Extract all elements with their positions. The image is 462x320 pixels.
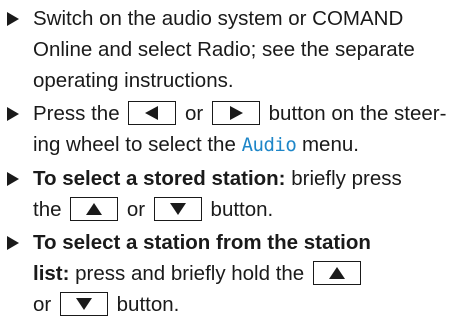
step-select-stored-station: To select a stored station: briefly pres…: [7, 163, 454, 225]
step-heading-cont: list:: [33, 262, 70, 285]
step-text-post: button.: [116, 293, 180, 316]
step-select-audio-menu: Press the or button on the steer- ing wh…: [7, 98, 454, 161]
step-switch-on-audio: Switch on the audio system or COMAND Onl…: [7, 3, 454, 96]
instruction-page: Switch on the audio system or COMAND Onl…: [0, 0, 462, 317]
arrow-right-key-icon: [211, 100, 260, 125]
step-text-post2: ing wheel to select the: [33, 133, 236, 156]
step-text-the: the: [33, 198, 62, 221]
triangle-bullet-icon: [7, 12, 19, 26]
arrow-up-key-icon: [70, 196, 119, 221]
step-text-pre: Press the: [33, 102, 120, 125]
step-text-or: or: [185, 102, 204, 125]
step-text-post: button.: [210, 198, 274, 221]
arrow-left-key-icon: [128, 100, 177, 125]
arrow-down-key-icon: [153, 196, 202, 221]
arrow-down-key-icon: [59, 291, 108, 316]
arrow-up-key-icon: [312, 260, 361, 285]
step-text-post3: menu.: [301, 133, 359, 156]
step-heading: To select a stored station:: [33, 167, 286, 190]
step-text-or: or: [126, 198, 146, 221]
step-text-post: button on the steer-: [268, 102, 447, 125]
step-text: briefly press: [291, 167, 402, 190]
step-heading: To select a station from the station: [33, 231, 371, 254]
step-select-station-from-list: To select a station from the station lis…: [7, 227, 454, 320]
triangle-bullet-icon: [7, 172, 19, 186]
triangle-bullet-icon: [7, 236, 19, 250]
step-text-or: or: [33, 293, 52, 316]
audio-menu-name: Audio: [241, 134, 297, 156]
step-text: press and briefly hold the: [75, 262, 305, 285]
triangle-bullet-icon: [7, 107, 19, 121]
step-text: Switch on the audio system or COMAND Onl…: [33, 7, 415, 92]
